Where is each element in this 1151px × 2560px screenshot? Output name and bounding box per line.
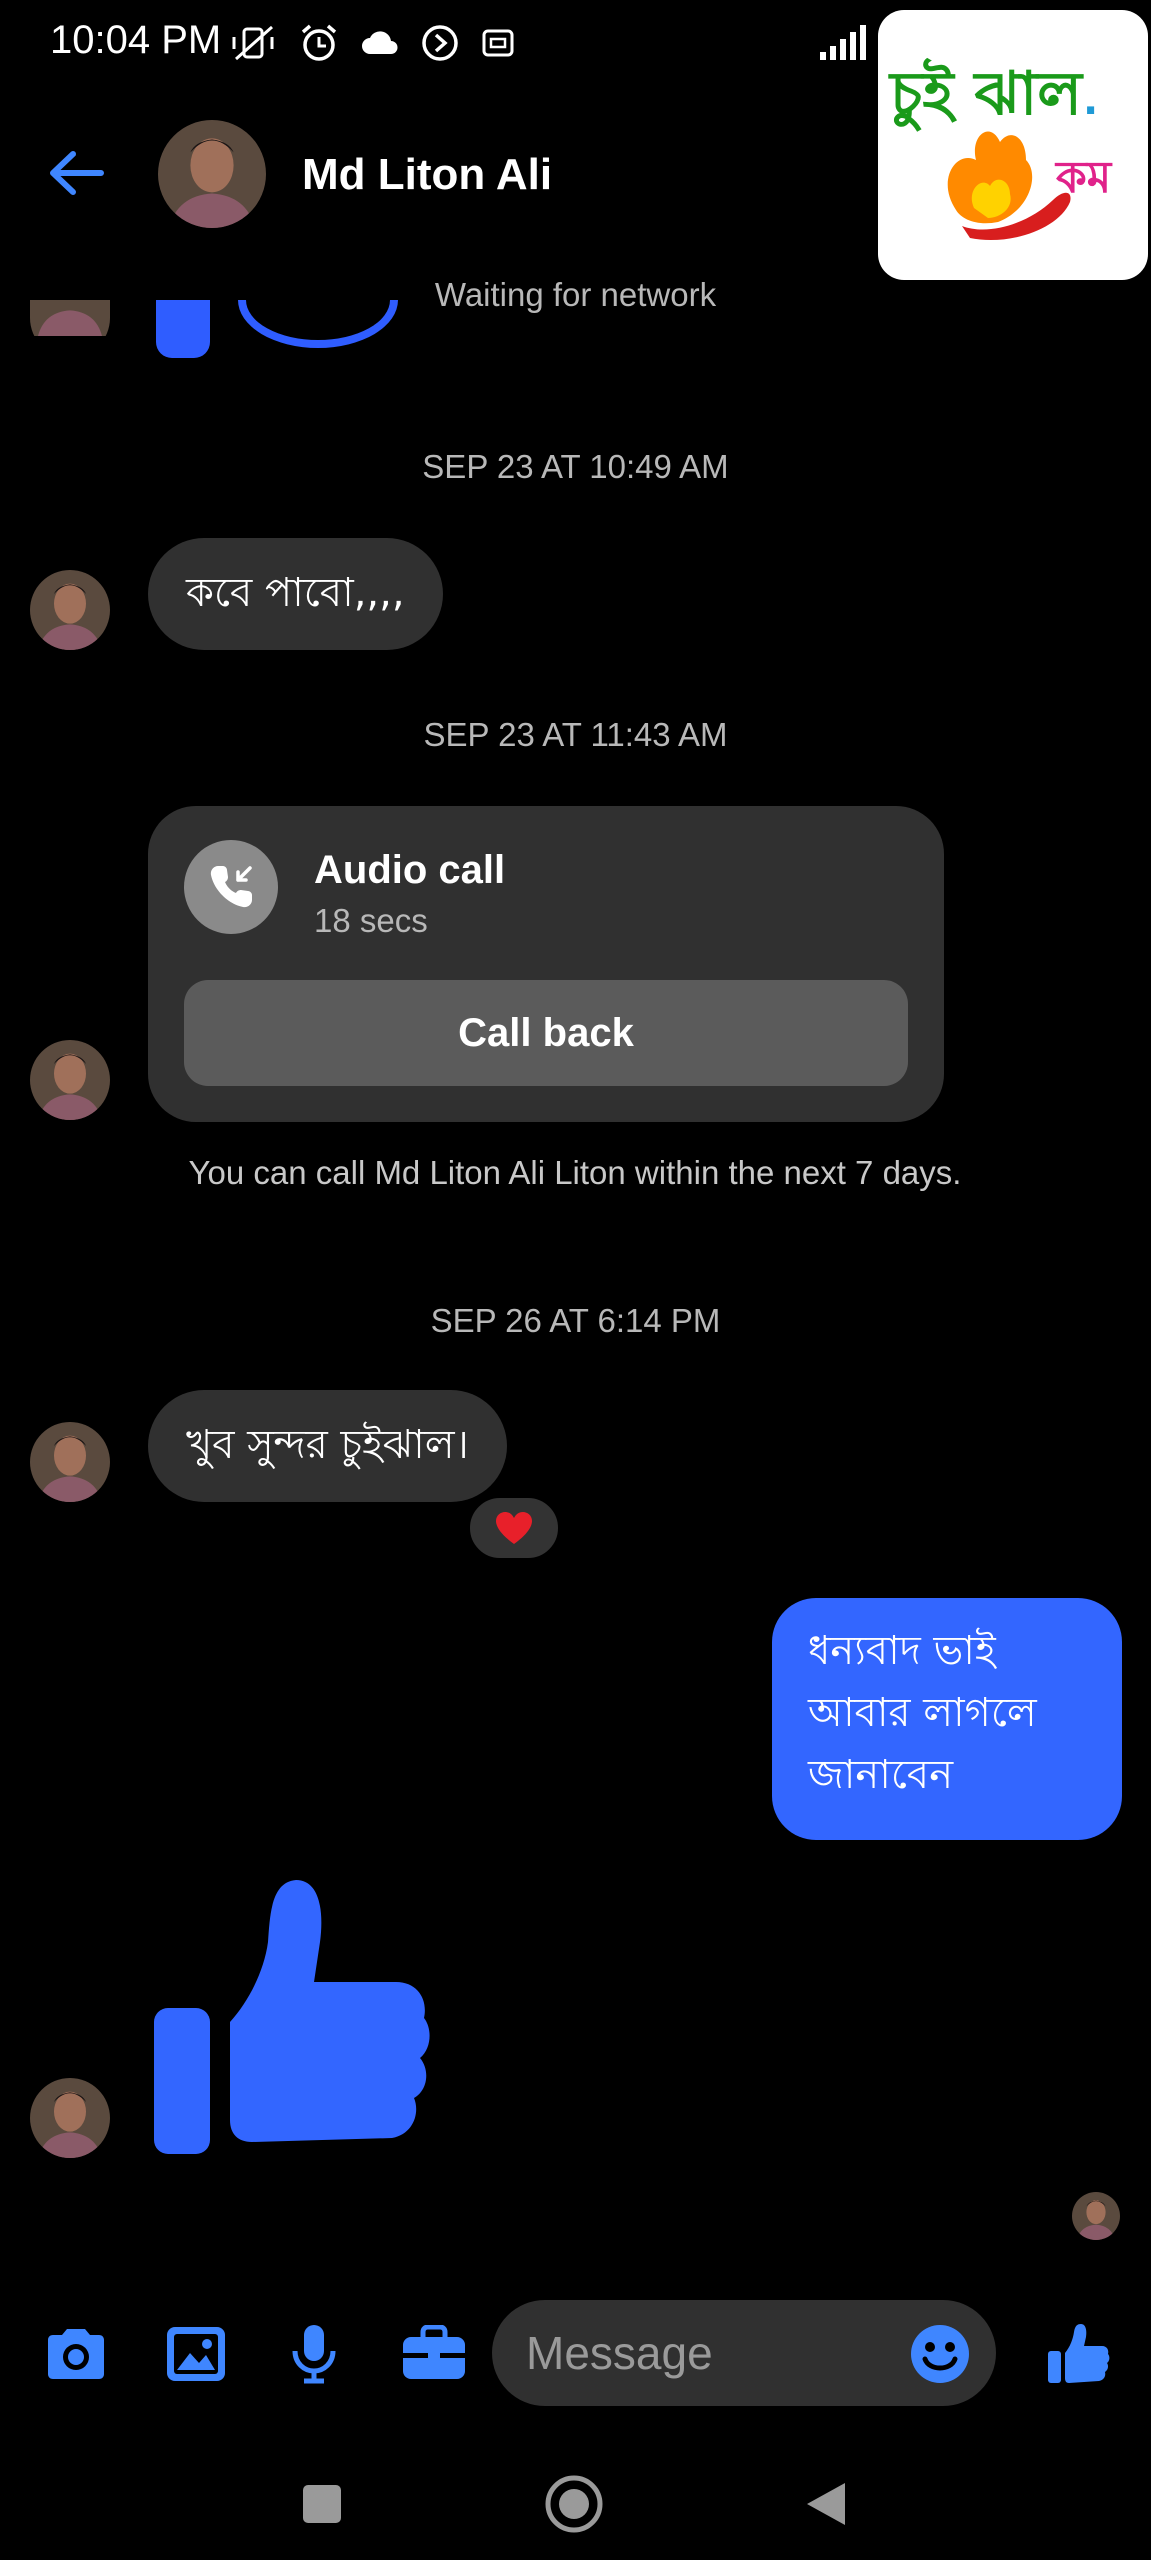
camera-icon bbox=[48, 2329, 104, 2379]
contact-avatar[interactable] bbox=[158, 120, 266, 228]
signal-icon bbox=[818, 22, 874, 67]
emoji-button[interactable] bbox=[908, 2322, 972, 2386]
avatar bbox=[30, 300, 110, 358]
message-text: খুব সুন্দর চুইঝাল। bbox=[186, 1421, 469, 1468]
gallery-button[interactable] bbox=[158, 2316, 234, 2392]
message-bubble-partial[interactable] bbox=[156, 300, 210, 358]
message-input[interactable] bbox=[526, 2312, 886, 2394]
message-line: জানাবেন bbox=[808, 1752, 954, 1798]
message-bubble-incoming[interactable]: খুব সুন্দর চুইঝাল। bbox=[148, 1390, 507, 1502]
status-icons bbox=[230, 22, 516, 64]
triangle-back-icon bbox=[807, 2483, 845, 2525]
seen-avatar bbox=[1072, 2192, 1120, 2240]
message-line: আবার লাগলে bbox=[808, 1690, 1037, 1736]
thumbs-up-icon bbox=[1048, 2324, 1110, 2383]
message-bubble-outgoing[interactable]: ধন্যবাদ ভাই আবার লাগলে জানাবেন bbox=[772, 1598, 1122, 1840]
back-nav-button[interactable] bbox=[786, 2464, 866, 2544]
status-time: 10:04 PM bbox=[50, 18, 222, 62]
call-title: Audio call bbox=[314, 848, 506, 892]
call-duration: 18 secs bbox=[314, 902, 428, 939]
message-text: কবে পাবো,,,, bbox=[186, 569, 405, 616]
sim-card-icon bbox=[482, 29, 514, 57]
data-saver-icon bbox=[422, 25, 458, 61]
vibrate-off-icon bbox=[232, 25, 274, 61]
circle-icon bbox=[545, 2475, 603, 2533]
image-icon bbox=[167, 2327, 225, 2381]
like-button[interactable] bbox=[1040, 2316, 1116, 2392]
call-note: You can call Md Liton Ali Liton within t… bbox=[188, 1154, 962, 1191]
avatar[interactable] bbox=[30, 570, 110, 650]
avatar[interactable] bbox=[30, 1422, 110, 1502]
logo-line2: কম bbox=[1054, 152, 1113, 203]
smiley-icon bbox=[911, 2325, 969, 2383]
like-sticker[interactable] bbox=[148, 1872, 438, 2162]
logo-line1: চুই ঝাল bbox=[888, 57, 1084, 132]
timestamp: SEP 23 AT 10:49 AM bbox=[422, 448, 729, 485]
timestamp: SEP 26 AT 6:14 PM bbox=[430, 1302, 721, 1339]
avatar[interactable] bbox=[30, 1040, 110, 1120]
arrow-left-icon bbox=[50, 151, 104, 195]
square-icon bbox=[303, 2485, 341, 2523]
briefcase-icon bbox=[403, 2325, 465, 2379]
cloud-icon bbox=[362, 31, 398, 54]
message-bubble-incoming[interactable]: কবে পাবো,,,, bbox=[148, 538, 443, 650]
avatar[interactable] bbox=[30, 2078, 110, 2158]
home-button[interactable] bbox=[534, 2464, 614, 2544]
brand-logo: চুই ঝাল . কম bbox=[878, 10, 1148, 280]
contact-name[interactable]: Md Liton Ali bbox=[302, 150, 552, 200]
more-button[interactable] bbox=[396, 2316, 472, 2392]
alarm-icon bbox=[301, 24, 337, 61]
thumbs-up-icon bbox=[154, 1880, 430, 2154]
back-button[interactable] bbox=[36, 138, 116, 208]
heart-reaction[interactable] bbox=[466, 1494, 562, 1562]
missed-call-icon bbox=[184, 840, 278, 934]
camera-button[interactable] bbox=[38, 2316, 114, 2392]
microphone-icon bbox=[292, 2325, 336, 2384]
svg-text:.: . bbox=[1083, 78, 1098, 124]
recents-button[interactable] bbox=[282, 2464, 362, 2544]
call-back-button[interactable]: Call back bbox=[184, 980, 908, 1086]
timestamp: SEP 23 AT 11:43 AM bbox=[423, 716, 728, 753]
voice-button[interactable] bbox=[276, 2316, 352, 2392]
message-line: ধন্যবাদ ভাই bbox=[808, 1628, 996, 1674]
message-bubble-partial[interactable] bbox=[238, 300, 398, 348]
heart-icon bbox=[496, 1512, 532, 1544]
